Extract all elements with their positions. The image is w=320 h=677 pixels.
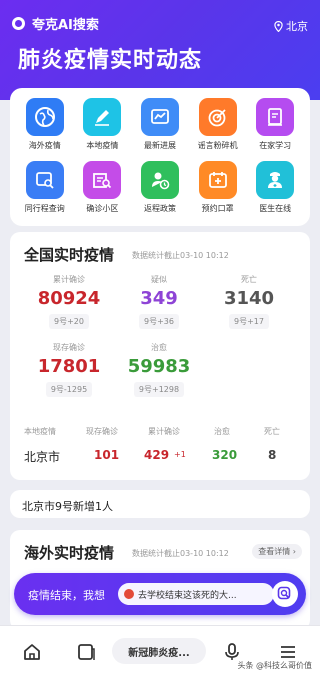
quick-entry-card: 海外疫情 本地疫情 最新进展 谣言粉碎机 在家学习 同行程查询 确诊小区 返程政…: [10, 88, 310, 226]
calendar-mask-icon: [198, 161, 237, 199]
stat-delta: 9号+1298: [133, 382, 185, 397]
header-region: 本地疫情: [24, 427, 56, 436]
menu-icon: [281, 646, 295, 658]
stat-delta: 9号+20: [49, 314, 89, 329]
national-update-time: 数据统计截止03-10 10:12: [132, 251, 229, 260]
entry-label: 医生在线: [259, 204, 292, 213]
stat-value: 59983: [127, 356, 191, 377]
stat-cured: 治愈 59983 9号+1298: [114, 342, 204, 397]
location-selector[interactable]: 北京: [274, 18, 308, 34]
home-icon: [24, 644, 40, 660]
national-title: 全国实时疫情: [24, 246, 115, 264]
entry-return-policy[interactable]: 返程政策: [131, 161, 189, 214]
entry-local[interactable]: 本地疫情: [74, 98, 132, 151]
entry-label: 本地疫情: [86, 141, 119, 150]
home-button[interactable]: [22, 642, 42, 666]
header-deaths: 死亡: [264, 427, 280, 436]
entry-label: 谣言粉碎机: [197, 141, 238, 150]
page-title: 肺炎疫情实时动态: [18, 48, 203, 73]
stat-label: 疑似: [151, 275, 167, 284]
watermark-text: 头条 @科技么哥价值: [237, 661, 312, 670]
ai-assistant-bar[interactable]: 疫情结束，我想 去学校结束这该死的大...: [14, 573, 306, 615]
quick-entry-grid: 海外疫情 本地疫情 最新进展 谣言粉碎机 在家学习 同行程查询 确诊小区 返程政…: [16, 98, 304, 214]
tabs-icon: [78, 644, 95, 660]
ai-suggestion-chip[interactable]: 去学校结束这该死的大...: [118, 583, 274, 605]
local-news-card[interactable]: 北京市9号新增1人: [10, 490, 310, 518]
stat-value: 17801: [37, 356, 101, 377]
ai-lead-text: 疫情结束，我想: [28, 589, 105, 602]
suggestion-emoji-icon: [124, 589, 134, 599]
entry-rumor[interactable]: 谣言粉碎机: [189, 98, 247, 151]
stat-label: 现存确诊: [53, 343, 85, 352]
stat-delta: 9号-1295: [45, 382, 93, 397]
person-clock-icon: [140, 161, 179, 199]
news-text: 北京市9号新增1人: [22, 500, 113, 513]
app-logo[interactable]: 夸克AI搜索: [12, 14, 99, 33]
entry-trip-query[interactable]: 同行程查询: [16, 161, 74, 214]
stat-value: 3140: [223, 288, 275, 309]
doctor-icon: [256, 161, 295, 199]
ticket-search-icon: [25, 161, 64, 199]
row-city: 北京市: [24, 450, 61, 464]
stat-delta: 9号+36: [139, 314, 179, 329]
logo-text: 夸克AI搜索: [32, 18, 99, 33]
location-text: 北京: [286, 20, 308, 33]
entry-label: 确诊小区: [86, 204, 119, 213]
ai-search-button[interactable]: [272, 581, 298, 607]
book-icon: [256, 98, 295, 136]
entry-study[interactable]: 在家学习: [246, 98, 304, 151]
stat-delta: 9号+17: [229, 314, 269, 329]
overseas-title: 海外实时疫情: [24, 544, 115, 562]
row-total-delta: +1: [174, 450, 186, 459]
row-total: 429: [144, 448, 170, 462]
entry-label: 返程政策: [143, 204, 176, 213]
row-current: 101: [94, 448, 120, 462]
bottom-search-box[interactable]: 新冠肺炎疫...: [112, 638, 206, 664]
location-pin-icon: [274, 20, 283, 32]
stat-label: 累计确诊: [53, 275, 85, 284]
entry-doctor[interactable]: 医生在线: [246, 161, 304, 214]
pen-icon: [83, 98, 122, 136]
national-stats-card: 全国实时疫情 数据统计截止03-10 10:12 累计确诊 80924 9号+2…: [10, 232, 310, 480]
ai-suggestion-text: 去学校结束这该死的大...: [138, 590, 237, 601]
entry-progress[interactable]: 最新进展: [131, 98, 189, 151]
overseas-update-time: 数据统计截止03-10 10:12: [132, 549, 229, 558]
entry-overseas[interactable]: 海外疫情: [16, 98, 74, 151]
entry-label: 海外疫情: [28, 141, 61, 150]
building-search-icon: [83, 161, 122, 199]
stat-value: 349: [140, 288, 178, 309]
header-current: 现存确诊: [86, 427, 118, 436]
stat-label: 死亡: [241, 275, 257, 284]
entry-mask[interactable]: 预约口罩: [189, 161, 247, 214]
header-cured: 治愈: [214, 427, 230, 436]
entry-label: 最新进展: [143, 141, 176, 150]
target-icon: [198, 98, 237, 136]
stat-suspected: 疑似 349 9号+36: [114, 274, 204, 329]
stat-total-confirmed: 累计确诊 80924 9号+20: [24, 274, 114, 329]
row-deaths: 8: [268, 448, 277, 462]
stat-deaths: 死亡 3140 9号+17: [204, 274, 294, 329]
bottom-nav: 新冠肺炎疫... 头条 @科技么哥价值: [0, 625, 320, 677]
globe-icon: [25, 98, 64, 136]
stat-label: 治愈: [151, 343, 167, 352]
tabs-button[interactable]: [76, 642, 96, 666]
entry-label: 预约口罩: [201, 204, 234, 213]
header-total: 累计确诊: [148, 427, 180, 436]
row-cured: 320: [212, 448, 238, 462]
header-banner: 夸克AI搜索 北京 肺炎疫情实时动态: [0, 0, 320, 100]
view-details-button[interactable]: 查看详情 ›: [252, 544, 302, 559]
logo-ring-icon: [12, 17, 25, 30]
entry-label: 在家学习: [259, 141, 292, 150]
stat-value: 80924: [37, 288, 101, 309]
stat-current-confirmed: 现存确诊 17801 9号-1295: [24, 342, 114, 397]
microphone-icon: [225, 643, 239, 660]
search-icon: [277, 586, 291, 600]
entry-label: 同行程查询: [24, 204, 65, 213]
entry-community[interactable]: 确诊小区: [74, 161, 132, 214]
trend-chart-icon: [140, 98, 179, 136]
